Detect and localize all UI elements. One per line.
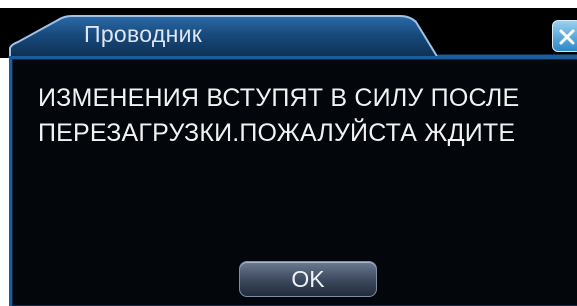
close-icon <box>559 29 575 45</box>
ok-button[interactable]: OK <box>239 261 377 297</box>
dialog-message: ИЗМЕНЕНИЯ ВСТУПЯТ В СИЛУ ПОСЛЕ ПЕРЕЗАГРУ… <box>38 84 520 147</box>
window-title: Проводник <box>84 21 203 47</box>
window-title-bar: Проводник <box>0 8 577 58</box>
close-button[interactable] <box>552 20 577 52</box>
message-dialog: ИЗМЕНЕНИЯ ВСТУПЯТ В СИЛУ ПОСЛЕ ПЕРЕЗАГРУ… <box>9 56 577 306</box>
dialog-screen: Проводник ИЗМЕНЕНИЯ ВСТУПЯТ В СИЛУ ПОСЛЕ… <box>0 0 577 306</box>
